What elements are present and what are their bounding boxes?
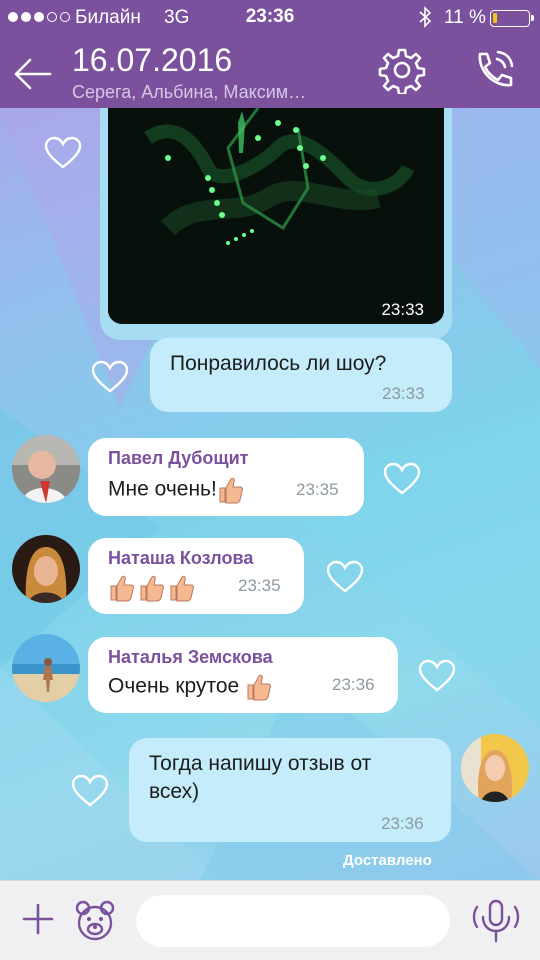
phone-call-icon[interactable] [470, 46, 518, 94]
plus-icon[interactable] [20, 901, 56, 937]
avatar[interactable] [12, 634, 80, 702]
message-text: Очень крутое [108, 673, 271, 701]
message-time: 23:36 [381, 814, 424, 833]
message-text-content: Очень крутое [108, 674, 240, 698]
message-text-line-1: Тогда напишу отзыв от [149, 752, 372, 775]
chat-participants[interactable]: Серега, Альбина, Максим… [72, 82, 306, 103]
message-time: 23:33 [381, 300, 424, 319]
like-heart-icon[interactable] [91, 360, 129, 394]
own-avatar[interactable] [461, 734, 529, 802]
sender-name: Павел Дубощит [108, 448, 249, 468]
incoming-message[interactable]: Наталья Земскова Очень крутое 23:36 [88, 637, 398, 713]
message-time: 23:33 [382, 384, 425, 403]
thumbs-up-emoji-icon [245, 673, 271, 701]
thumbs-up-emoji-icon [168, 574, 194, 602]
message-input[interactable] [136, 895, 450, 947]
sender-name: Наталья Земскова [108, 647, 273, 667]
microphone-icon[interactable] [470, 897, 522, 945]
incoming-message[interactable]: Павел Дубощит Мне очень! 23:35 [88, 438, 364, 516]
sticker-bear-icon[interactable] [74, 899, 116, 941]
bluetooth-icon [418, 6, 432, 33]
video-thumbnail[interactable] [108, 108, 444, 324]
battery-level [493, 13, 497, 23]
chat-title[interactable]: 16.07.2016 [72, 42, 232, 79]
incoming-message[interactable]: Наташа Козлова 23:35 [88, 538, 304, 614]
message-text: Понравилось ли шоу? [170, 352, 387, 375]
like-heart-icon[interactable] [418, 659, 456, 693]
emoji-row [108, 574, 194, 602]
message-text-content: Мне очень! [108, 477, 217, 501]
like-heart-icon[interactable] [44, 136, 82, 170]
battery-icon [490, 10, 534, 27]
message-text-line-2: всех) [149, 780, 200, 803]
media-message[interactable]: 23:33 [100, 108, 452, 340]
status-bar: Билайн 3G 23:36 11 % [0, 0, 540, 36]
message-time: 23:36 [332, 675, 375, 694]
avatar[interactable] [12, 435, 80, 503]
composer-bar [0, 880, 540, 960]
sender-name: Наташа Козлова [108, 548, 254, 568]
back-arrow-icon[interactable] [10, 52, 54, 96]
thumbs-up-emoji-icon [108, 574, 134, 602]
outgoing-message[interactable]: Тогда напишу отзыв от всех) 23:36 [129, 738, 451, 842]
outgoing-message[interactable]: Понравилось ли шоу? 23:33 [150, 338, 452, 412]
like-heart-icon[interactable] [383, 462, 421, 496]
message-text: Мне очень! [108, 476, 243, 504]
like-heart-icon[interactable] [326, 560, 364, 594]
delivery-status: Доставлено [343, 852, 432, 869]
thumbs-up-emoji-icon [217, 476, 243, 504]
avatar[interactable] [12, 535, 80, 603]
thumbs-up-emoji-icon [138, 574, 164, 602]
battery-percent: 11 % [444, 7, 486, 28]
message-time: 23:35 [238, 576, 281, 595]
chat-header: 16.07.2016 Серега, Альбина, Максим… [0, 36, 540, 108]
message-time: 23:35 [296, 480, 339, 499]
like-heart-icon[interactable] [71, 774, 109, 808]
gear-icon[interactable] [378, 46, 426, 96]
